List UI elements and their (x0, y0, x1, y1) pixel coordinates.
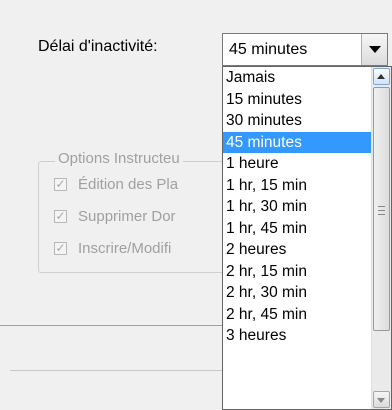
dropdown-option[interactable]: Jamais (223, 67, 373, 89)
options-list: Jamais 15 minutes 30 minutes 45 minutes 1 he… (223, 67, 373, 347)
instructor-options-title: Options Instructeu (55, 150, 183, 167)
dropdown-option[interactable]: 30 minutes (223, 110, 373, 132)
dropdown-option[interactable]: 2 hr, 45 min (223, 304, 373, 326)
option-label: Supprimer Dor (78, 208, 176, 225)
dropdown-option[interactable]: 15 minutes (223, 89, 373, 111)
dropdown-option[interactable]: 1 hr, 15 min (223, 175, 373, 197)
option-edit-plans[interactable]: ✓ Édition des Pla (54, 176, 178, 193)
scroll-thumb[interactable] (373, 87, 390, 331)
grip-icon (378, 206, 385, 215)
checkbox-checked-icon[interactable]: ✓ (54, 210, 67, 223)
dropdown-option[interactable]: 45 minutes (223, 131, 373, 153)
divider (10, 370, 222, 371)
inactivity-delay-value: 45 minutes (229, 41, 308, 58)
dropdown-option[interactable]: 2 hr, 15 min (223, 261, 373, 283)
divider (0, 325, 222, 326)
chevron-down-icon (369, 46, 381, 53)
dropdown-option[interactable]: 1 heure (223, 153, 373, 175)
option-enroll-modify[interactable]: ✓ Inscrire/Modifi (54, 240, 171, 257)
inactivity-delay-select[interactable]: 45 minutes (222, 33, 388, 66)
inactivity-options-list[interactable]: Jamais 15 minutes 30 minutes 45 minutes 1 he… (222, 66, 392, 410)
scroll-up-icon[interactable] (373, 68, 390, 85)
vertical-scrollbar[interactable] (371, 67, 391, 409)
option-label: Inscrire/Modifi (78, 240, 172, 257)
option-delete[interactable]: ✓ Supprimer Dor (54, 208, 176, 225)
dropdown-option[interactable]: 2 hr, 30 min (223, 282, 373, 304)
inactivity-delay-label: Délai d'inactivité: (38, 38, 158, 55)
dropdown-option[interactable]: 3 heures (223, 325, 373, 347)
option-label: Édition des Pla (78, 176, 179, 193)
dropdown-option[interactable]: 2 heures (223, 239, 373, 261)
checkbox-checked-icon[interactable]: ✓ (54, 178, 67, 191)
dropdown-toggle-button[interactable] (361, 34, 387, 65)
dropdown-option[interactable]: 1 hr, 30 min (223, 196, 373, 218)
dropdown-option[interactable]: 1 hr, 45 min (223, 218, 373, 240)
scroll-down-icon[interactable] (373, 391, 390, 408)
checkbox-checked-icon[interactable]: ✓ (54, 242, 67, 255)
